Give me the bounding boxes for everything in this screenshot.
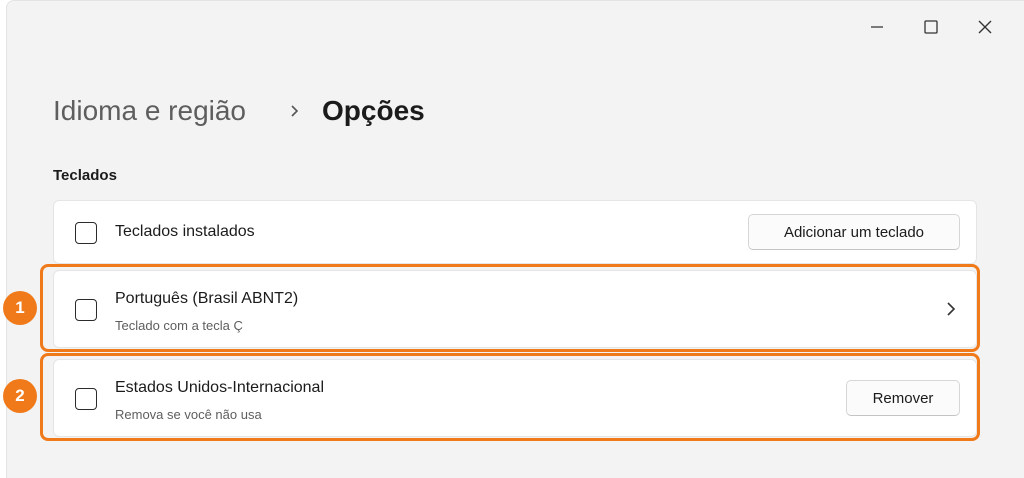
window-controls xyxy=(850,9,1012,45)
keyboard-icon xyxy=(75,388,97,410)
installed-keyboards-header: Teclados instalados Adicionar um teclado xyxy=(53,200,977,264)
settings-window: Idioma e região Opções Teclados Teclados… xyxy=(6,0,1024,478)
remove-keyboard-button[interactable]: Remover xyxy=(846,380,960,416)
annotation-badge-2: 2 xyxy=(3,379,37,413)
keyboard-item-title: Português (Brasil ABNT2) xyxy=(115,290,299,307)
minimize-button[interactable] xyxy=(850,9,904,45)
close-button[interactable] xyxy=(958,9,1012,45)
breadcrumb-parent-link[interactable]: Idioma e região xyxy=(53,95,246,127)
chevron-right-icon xyxy=(290,104,300,118)
keyboard-item-title: Estados Unidos-Internacional xyxy=(115,379,325,396)
minimize-icon xyxy=(871,26,883,28)
keyboard-icon xyxy=(75,222,97,244)
keyboard-item-portuguese[interactable]: Português (Brasil ABNT2) Teclado com a t… xyxy=(53,270,977,348)
installed-keyboards-label: Teclados instalados xyxy=(115,223,255,240)
chevron-right-icon[interactable] xyxy=(946,301,956,322)
add-keyboard-button[interactable]: Adicionar um teclado xyxy=(748,214,960,250)
keyboard-item-subtitle: Teclado com a tecla Ç xyxy=(115,318,243,333)
keyboard-item-us-international: Estados Unidos-Internacional Remova se v… xyxy=(53,359,977,437)
page-title: Opções xyxy=(322,95,425,126)
maximize-icon xyxy=(924,20,938,34)
breadcrumb: Idioma e região Opções xyxy=(53,89,425,133)
annotation-badge-1: 1 xyxy=(3,291,37,325)
close-icon xyxy=(978,20,992,34)
section-label-keyboards: Teclados xyxy=(53,167,117,184)
keyboard-item-subtitle: Remova se você não usa xyxy=(115,407,262,422)
maximize-button[interactable] xyxy=(904,9,958,45)
keyboard-icon xyxy=(75,299,97,321)
